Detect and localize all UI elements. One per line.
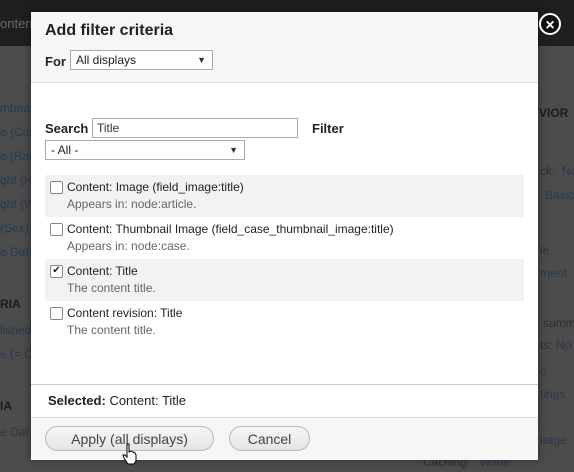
add-filter-dialog: Add filter criteria For All displays ▼ S…: [31, 12, 538, 460]
item-description: The content title.: [67, 281, 156, 295]
search-input[interactable]: [92, 118, 298, 138]
chevron-down-icon: ▼: [229, 145, 238, 155]
filter-label: Filter: [312, 121, 344, 136]
item-description: The content title.: [67, 323, 156, 337]
dialog-title: Add filter criteria: [45, 22, 174, 39]
dialog-header: Add filter criteria For All displays ▼: [31, 12, 538, 83]
item-title: Content: Title: [67, 264, 138, 278]
close-icon[interactable]: ×: [539, 13, 561, 35]
item-description: Appears in: node:case.: [67, 239, 190, 253]
filter-select[interactable]: - All - ▼: [45, 140, 245, 160]
selected-value: Content: Title: [109, 393, 187, 408]
list-item[interactable]: ✔ Content: Title The content title.: [45, 259, 524, 301]
button-bar: Apply (all displays) Cancel: [31, 417, 538, 460]
list-item[interactable]: Content: Image (field_image:title) Appea…: [45, 175, 524, 217]
for-label: For: [45, 54, 66, 69]
selected-label: Selected:: [48, 393, 106, 408]
item-title: Content revision: Title: [67, 306, 183, 320]
search-label: Search: [45, 121, 89, 136]
for-select[interactable]: All displays ▼: [70, 50, 213, 70]
checkbox[interactable]: [50, 307, 63, 320]
list-item[interactable]: Content: Thumbnail Image (field_case_thu…: [45, 217, 524, 259]
checkbox-checked[interactable]: ✔: [50, 265, 63, 278]
filter-select-value: - All -: [51, 143, 79, 157]
for-select-value: All displays: [76, 53, 137, 67]
selected-summary: Selected: Content: Title: [48, 393, 186, 408]
cancel-button[interactable]: Cancel: [229, 426, 310, 451]
checkbox[interactable]: [50, 181, 63, 194]
item-description: Appears in: node:article.: [67, 197, 197, 211]
hand-cursor-icon: [122, 443, 137, 465]
filter-list: Content: Image (field_image:title) Appea…: [45, 175, 524, 343]
list-item[interactable]: Content revision: Title The content titl…: [45, 301, 524, 343]
chevron-down-icon: ▼: [197, 55, 206, 65]
checkbox[interactable]: [50, 223, 63, 236]
item-title: Content: Thumbnail Image (field_case_thu…: [67, 222, 394, 236]
item-title: Content: Image (field_image:title): [67, 180, 244, 194]
